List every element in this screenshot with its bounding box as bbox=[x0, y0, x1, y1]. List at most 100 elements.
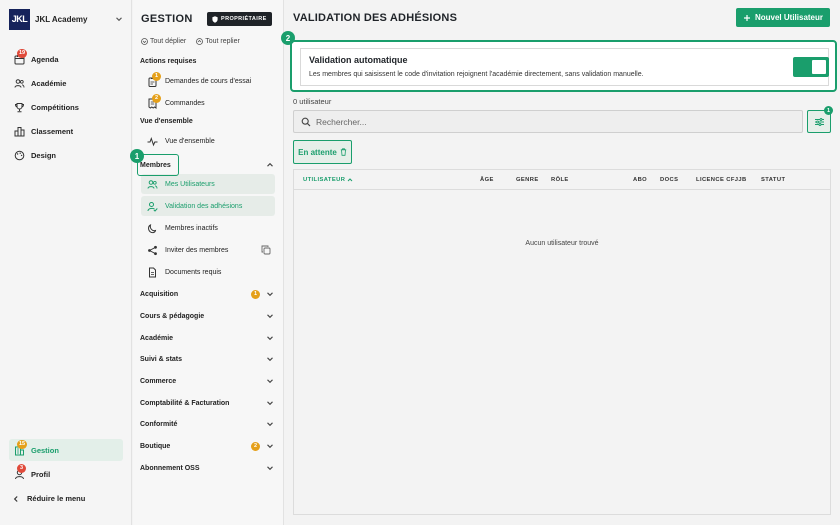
sub-item-label: Validation des adhésions bbox=[165, 202, 243, 210]
chevron-down-icon bbox=[267, 422, 273, 427]
my-users-item[interactable]: Mes Utilisateurs bbox=[141, 174, 275, 194]
chevron-down-icon bbox=[267, 314, 273, 319]
group-acquisition[interactable]: Acquisition 1 bbox=[140, 285, 276, 303]
column-header-statut[interactable]: STATUT bbox=[761, 177, 785, 183]
expand-all-button[interactable]: Tout déplier bbox=[141, 38, 186, 45]
group-commerce[interactable]: Commerce bbox=[140, 372, 276, 390]
group-label: Boutique bbox=[140, 442, 171, 450]
building-icon: 15 bbox=[14, 439, 28, 456]
owner-badge-label: PROPRIÉTAIRE bbox=[221, 16, 267, 22]
group-boutique[interactable]: Boutique 2 bbox=[140, 437, 276, 455]
main-sidebar: JKL JKL Academy 19 Agenda Académie Compé… bbox=[0, 0, 132, 525]
group-abonnement[interactable]: Abonnement OSS bbox=[140, 459, 276, 477]
nav-item-competitions[interactable]: Compétitions bbox=[9, 96, 123, 118]
trial-requests-item[interactable]: 1 Demandes de cours d'essai bbox=[141, 71, 275, 91]
academy-switcher[interactable]: JKL JKL Academy bbox=[9, 8, 131, 30]
membership-validation-item[interactable]: Validation des adhésions bbox=[141, 196, 275, 216]
group-suivi[interactable]: Suivi & stats bbox=[140, 350, 276, 368]
chevron-up-icon bbox=[267, 162, 273, 167]
search-icon bbox=[301, 117, 311, 126]
required-documents-item[interactable]: Documents requis bbox=[141, 262, 275, 282]
collapse-all-button[interactable]: Tout replier bbox=[196, 38, 240, 45]
nav-item-profil[interactable]: 3 Profil bbox=[9, 463, 123, 485]
column-header-utilisateur[interactable]: UTILISATEUR bbox=[303, 177, 353, 183]
nav-item-gestion[interactable]: 15 Gestion bbox=[9, 439, 123, 461]
trash-icon[interactable] bbox=[340, 148, 347, 156]
chevron-down-icon bbox=[267, 466, 273, 471]
clipboard-icon: 1 bbox=[147, 71, 161, 87]
column-header-role[interactable]: RÔLE bbox=[551, 177, 569, 183]
chevron-down-icon bbox=[116, 17, 122, 22]
column-header-abo[interactable]: ABO bbox=[633, 177, 647, 183]
group-label: Suivi & stats bbox=[140, 355, 183, 363]
pending-filter-chip[interactable]: En attente bbox=[293, 140, 352, 164]
group-academie[interactable]: Académie bbox=[140, 329, 276, 347]
palette-icon bbox=[14, 150, 25, 161]
collapse-menu-button[interactable]: Réduire le menu bbox=[12, 494, 85, 503]
calendar-icon: 19 bbox=[14, 48, 28, 65]
invite-members-item[interactable]: Inviter des membres bbox=[141, 240, 275, 260]
user-check-icon bbox=[147, 201, 158, 212]
sub-item-label: Vue d'ensemble bbox=[165, 137, 215, 145]
column-header-age[interactable]: ÂGE bbox=[480, 177, 494, 183]
orders-item[interactable]: 2 Commandes bbox=[141, 93, 275, 113]
activity-icon bbox=[147, 136, 158, 147]
nav-item-label: Classement bbox=[31, 126, 74, 136]
group-label: Acquisition bbox=[140, 290, 179, 298]
sub-item-label: Inviter des membres bbox=[165, 246, 229, 254]
agenda-badge: 19 bbox=[17, 48, 28, 58]
sub-item-label: Documents requis bbox=[165, 268, 222, 276]
group-label: Commerce bbox=[140, 377, 177, 385]
chevron-down-icon bbox=[267, 444, 273, 449]
column-header-licence[interactable]: LICENCE CFJJB bbox=[696, 177, 747, 183]
toggle-knob bbox=[812, 60, 826, 74]
nav-item-label: Profil bbox=[31, 469, 51, 479]
chevron-down-icon bbox=[267, 357, 273, 362]
academy-name: JKL Academy bbox=[35, 14, 88, 24]
group-cours[interactable]: Cours & pédagogie bbox=[140, 307, 276, 325]
nav-item-label: Design bbox=[31, 150, 57, 160]
auto-validation-toggle[interactable] bbox=[793, 57, 829, 77]
column-header-docs[interactable]: DOCS bbox=[660, 177, 678, 183]
users-table: UTILISATEUR ÂGE GENRE RÔLE ABO DOCS LICE… bbox=[293, 169, 831, 515]
filter-button[interactable]: 1 bbox=[807, 106, 833, 133]
search-input[interactable] bbox=[316, 116, 716, 127]
group-conformite[interactable]: Conformité bbox=[140, 415, 276, 433]
users-icon bbox=[14, 78, 25, 89]
group-label: Cours & pédagogie bbox=[140, 312, 205, 320]
step-1-marker: 1 bbox=[130, 149, 144, 163]
orders-badge: 2 bbox=[152, 93, 161, 103]
group-comptabilite[interactable]: Comptabilité & Facturation bbox=[140, 394, 276, 412]
chevron-left-icon bbox=[13, 495, 18, 502]
nav-item-agenda[interactable]: 19 Agenda bbox=[9, 48, 123, 70]
auto-validation-card: Validation automatique Les membres qui s… bbox=[290, 40, 837, 92]
nav-item-classement[interactable]: Classement bbox=[9, 120, 123, 142]
circle-minus-icon bbox=[196, 38, 204, 45]
new-user-button[interactable]: Nouvel Utilisateur bbox=[736, 8, 830, 27]
inactive-members-item[interactable]: Membres inactifs bbox=[141, 218, 275, 238]
sliders-icon bbox=[814, 117, 824, 126]
column-header-genre[interactable]: GENRE bbox=[516, 177, 539, 183]
group-label: Comptabilité & Facturation bbox=[140, 399, 230, 407]
nav-item-academie[interactable]: Académie bbox=[9, 72, 123, 94]
section-actions-requises: Actions requises bbox=[140, 58, 197, 65]
nav-item-design[interactable]: Design bbox=[9, 144, 123, 166]
section-vue-ensemble: Vue d'ensemble bbox=[140, 118, 193, 125]
filter-count-badge: 1 bbox=[824, 106, 833, 115]
copy-icon[interactable] bbox=[261, 245, 271, 255]
new-user-label: Nouvel Utilisateur bbox=[754, 13, 823, 22]
group-label: Conformité bbox=[140, 420, 178, 428]
auto-validation-panel: Validation automatique Les membres qui s… bbox=[300, 48, 829, 86]
search-bar bbox=[293, 110, 803, 133]
column-label: UTILISATEUR bbox=[303, 177, 346, 183]
expand-all-label: Tout déplier bbox=[150, 38, 187, 45]
user-icon: 3 bbox=[14, 463, 26, 480]
page-title: VALIDATION DES ADHÉSIONS bbox=[293, 12, 458, 24]
group-label: Abonnement OSS bbox=[140, 464, 200, 472]
moon-icon bbox=[147, 223, 158, 234]
users-icon bbox=[147, 179, 158, 190]
collapse-menu-label: Réduire le menu bbox=[27, 494, 86, 503]
overview-item[interactable]: Vue d'ensemble bbox=[141, 131, 275, 151]
group-label: Académie bbox=[140, 334, 174, 342]
empty-state-text: Aucun utilisateur trouvé bbox=[525, 240, 599, 247]
